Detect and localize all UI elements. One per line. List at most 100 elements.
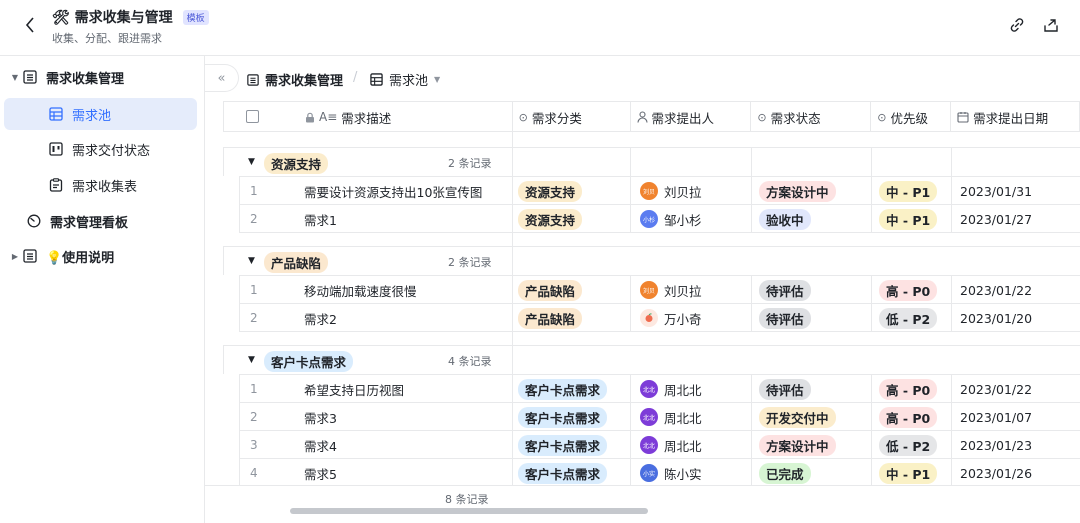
cell-person: 邹小杉 xyxy=(664,212,702,228)
priority-tag: 中 - P1 xyxy=(879,208,938,230)
category-tag: 资源支持 xyxy=(518,208,583,230)
cell-person: 周北北 xyxy=(664,382,702,398)
data-grid: A≡ 需求描述 ⊙ 需求分类 需求提出人 ⊙ 需求状态 ⊙ 优先级 需求提出日期 xyxy=(223,101,1080,485)
table-footer: 8 条记录 xyxy=(205,485,1080,523)
view-switcher[interactable]: 需求池 ▼ xyxy=(370,70,440,89)
cell-date: 2023/01/07 xyxy=(960,409,1033,425)
col-header-priority[interactable]: ⊙ 优先级 xyxy=(871,102,952,132)
lock-icon xyxy=(306,112,314,122)
cell-description[interactable]: 需求2 xyxy=(304,304,337,332)
table-row[interactable]: 2 需求1 资源支持 小杉 邹小杉 验收中 中 - P1 2023/01/27 xyxy=(239,204,1080,232)
breadcrumb-separator: / xyxy=(353,70,358,85)
sidebar-item-label: 需求管理看板 xyxy=(50,215,129,231)
cell-description[interactable]: 希望支持日历视图 xyxy=(304,375,404,403)
table-row[interactable]: 2 需求2 产品缺陷 万小奇 待评估 低 - P2 2023/01/20 xyxy=(239,303,1080,331)
column-divider xyxy=(751,275,752,332)
cell-description[interactable]: 需求3 xyxy=(304,403,337,431)
sidebar-item-collection-form[interactable]: 需求收集表 xyxy=(48,169,198,201)
cell-date: 2023/01/23 xyxy=(960,437,1033,453)
avatar: 刘贝 xyxy=(640,182,658,200)
status-tag: 开发交付中 xyxy=(759,406,836,428)
col-header-date[interactable]: 需求提出日期 xyxy=(951,102,1080,132)
avatar: 刘贝 xyxy=(640,281,658,299)
sidebar-item-instructions[interactable]: ▶ 💡使用说明 xyxy=(8,240,198,272)
form-icon xyxy=(48,177,64,193)
share-icon[interactable] xyxy=(1040,14,1062,36)
col-header-requester[interactable]: 需求提出人 xyxy=(631,102,752,132)
col-header-description[interactable]: A≡ 需求描述 xyxy=(224,102,513,132)
peach-avatar-icon xyxy=(640,309,658,327)
status-tag: 待评估 xyxy=(759,279,811,301)
status-tag: 方案设计中 xyxy=(759,180,836,202)
cell-description[interactable]: 需求4 xyxy=(304,431,337,459)
caret-down-icon[interactable]: ▼ xyxy=(8,73,22,82)
row-index: 2 xyxy=(250,212,258,226)
table-row[interactable]: 4 需求5 客户卡点需求 小实 陈小实 已完成 中 - P1 2023/01/26 xyxy=(239,458,1080,485)
sidebar-item-dashboard[interactable]: 需求管理看板 xyxy=(26,205,198,237)
status-tag: 方案设计中 xyxy=(759,434,836,456)
group-tag: 资源支持 xyxy=(264,153,329,174)
row-index: 1 xyxy=(250,283,258,297)
select-all-checkbox[interactable] xyxy=(246,110,259,123)
total-count: 8 条记录 xyxy=(445,493,489,506)
row-index: 1 xyxy=(250,382,258,396)
row-divider xyxy=(239,331,1080,332)
caret-down-icon[interactable]: ▼ xyxy=(248,256,255,266)
col-header-status[interactable]: ⊙ 需求状态 xyxy=(751,102,872,132)
category-tag: 产品缺陷 xyxy=(518,307,583,329)
cell-description[interactable]: 移动端加载速度很慢 xyxy=(304,276,417,304)
page-header: 🛠 需求收集与管理 模板 收集、分配、跟进需求 xyxy=(0,0,1080,56)
single-select-icon: ⊙ xyxy=(518,110,528,124)
table-row[interactable]: 2 需求3 客户卡点需求 北北 周北北 开发交付中 高 - P0 2023/01/… xyxy=(239,402,1080,430)
link-icon[interactable] xyxy=(1006,14,1028,36)
page-subtitle: 收集、分配、跟进需求 xyxy=(52,32,162,45)
table-row[interactable]: 1 希望支持日历视图 客户卡点需求 北北 周北北 待评估 高 - P0 2023/… xyxy=(239,374,1080,402)
horizontal-scrollbar[interactable] xyxy=(290,508,648,514)
row-divider xyxy=(239,232,1080,233)
priority-tag: 高 - P0 xyxy=(879,279,938,301)
caret-down-icon[interactable]: ▼ xyxy=(248,157,255,167)
priority-tag: 中 - P1 xyxy=(879,462,938,484)
sidebar-item-demand-management[interactable]: ▼ 需求收集管理 xyxy=(8,61,198,93)
cell-date: 2023/01/22 xyxy=(960,381,1033,397)
sidebar-item-demand-pool[interactable]: 需求池 xyxy=(4,98,197,130)
group-header[interactable]: ▼ 产品缺陷 2 条记录 xyxy=(223,246,1080,275)
category-tag: 资源支持 xyxy=(518,180,583,202)
cell-description[interactable]: 需求5 xyxy=(304,459,337,485)
person-icon xyxy=(636,111,648,123)
row-index: 2 xyxy=(250,410,258,424)
avatar: 北北 xyxy=(640,436,658,454)
caret-down-icon[interactable]: ▼ xyxy=(248,355,255,365)
dashboard-icon xyxy=(26,213,42,229)
column-divider xyxy=(751,374,752,485)
column-divider xyxy=(871,147,872,233)
row-index: 3 xyxy=(250,438,258,452)
avatar: 小杉 xyxy=(640,210,658,228)
group-header[interactable]: ▼ 客户卡点需求 4 条记录 xyxy=(223,345,1080,374)
status-tag: 待评估 xyxy=(759,378,811,400)
sidebar-item-label: 需求收集管理 xyxy=(46,71,125,87)
col-header-category[interactable]: ⊙ 需求分类 xyxy=(513,102,631,132)
cell-person: 刘贝拉 xyxy=(664,184,702,200)
column-divider xyxy=(751,147,752,233)
group-count: 4 条记录 xyxy=(448,355,492,368)
column-divider xyxy=(630,374,631,485)
avatar: 北北 xyxy=(640,380,658,398)
breadcrumb-table[interactable]: 需求收集管理 xyxy=(247,70,343,89)
column-divider xyxy=(871,374,872,485)
status-tag: 验收中 xyxy=(759,208,811,230)
back-button[interactable] xyxy=(18,13,42,37)
cell-date: 2023/01/22 xyxy=(960,282,1033,298)
grid-table-icon xyxy=(48,106,64,122)
table-row[interactable]: 3 需求4 客户卡点需求 北北 周北北 方案设计中 低 - P2 2023/01/… xyxy=(239,430,1080,458)
table-row[interactable]: 1 需要设计资源支持出10张宣传图 资源支持 刘贝 刘贝拉 方案设计中 中 - P… xyxy=(239,176,1080,204)
caret-right-icon[interactable]: ▶ xyxy=(8,252,22,261)
sidebar-item-label: 需求收集表 xyxy=(72,179,138,195)
cell-description[interactable]: 需要设计资源支持出10张宣传图 xyxy=(304,177,482,205)
cell-description[interactable]: 需求1 xyxy=(304,205,337,233)
grid-table-icon xyxy=(370,73,383,86)
collapse-sidebar-button[interactable]: « xyxy=(205,64,239,92)
table-row[interactable]: 1 移动端加载速度很慢 产品缺陷 刘贝 刘贝拉 待评估 高 - P0 2023/0… xyxy=(239,275,1080,303)
group-tag: 客户卡点需求 xyxy=(264,351,354,372)
sidebar-item-delivery-status[interactable]: 需求交付状态 xyxy=(48,133,198,165)
